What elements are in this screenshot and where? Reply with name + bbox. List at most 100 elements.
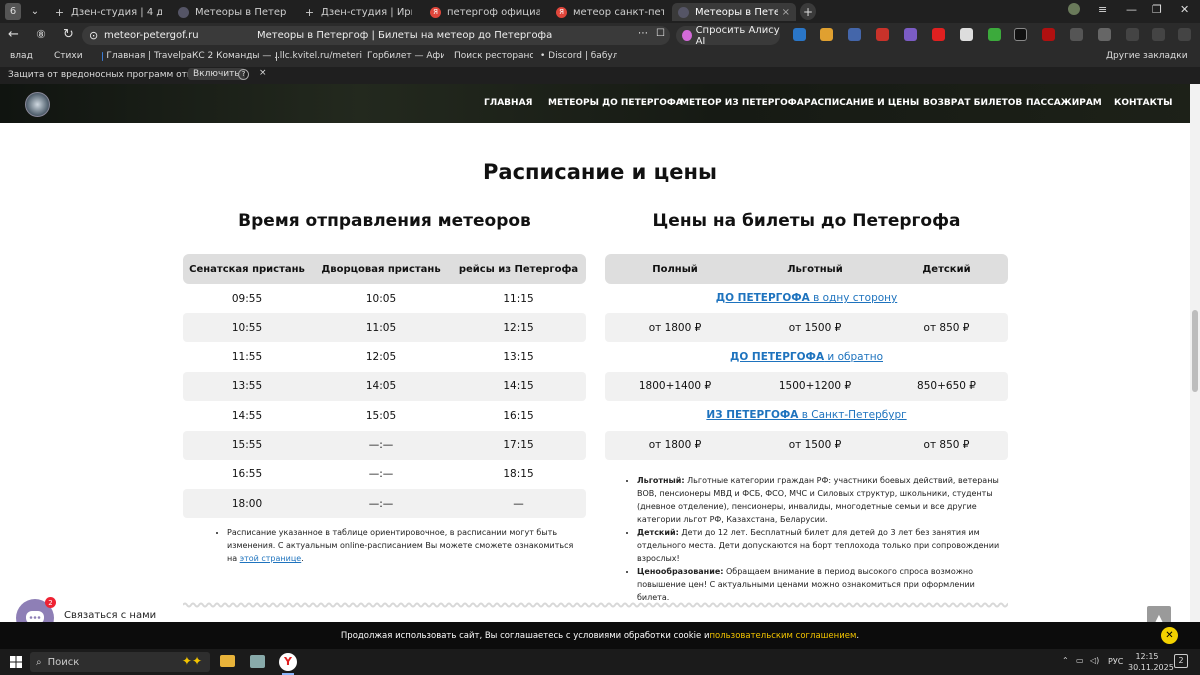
bookmark-folder[interactable]: Стихи	[54, 51, 83, 61]
bookmark-item[interactable]: Горбилет — Афи	[364, 51, 444, 61]
site-info-icon[interactable]: ⊙	[89, 29, 98, 42]
clock-date[interactable]: 30.11.2025	[1128, 663, 1174, 672]
chat-label[interactable]: Связаться с нами	[64, 610, 156, 621]
bookmark-item[interactable]: llc.kvitel.ru/meteri	[276, 51, 362, 61]
price-row: от 1800 ₽ от 1500 ₽ от 850 ₽	[605, 313, 1008, 343]
section-subtitle: в одну сторону	[809, 292, 898, 304]
tab-1[interactable]: + Дзен-студия | 4 день в Пе	[48, 3, 168, 21]
tab-4[interactable]: Я петергоф официальный с	[424, 3, 546, 21]
help-icon[interactable]: ?	[238, 69, 249, 80]
table-cell: 11:15	[503, 292, 534, 305]
network-icon[interactable]: ▭	[1076, 656, 1084, 665]
enable-button[interactable]: Включить	[188, 68, 245, 80]
youtube-extension-icon[interactable]	[932, 28, 945, 41]
keyboard-language[interactable]: РУС	[1108, 657, 1123, 666]
bookmark-item[interactable]: Поиск ресторано	[451, 51, 533, 61]
extension-icon[interactable]	[1042, 28, 1055, 41]
protection-notice-bar: Защита от вредоносных программ отключена…	[0, 67, 1200, 84]
yandex-browser-icon[interactable]: Y	[279, 653, 297, 671]
new-tab-button[interactable]: +	[800, 3, 816, 20]
table-cell: 13:55	[231, 380, 263, 393]
nav-refund[interactable]: ВОЗВРАТ БИЛЕТОВ	[923, 98, 1022, 108]
nav-to-peterhof[interactable]: МЕТЕОРЫ ДО ПЕТЕРГОФА	[548, 98, 683, 108]
collections-icon[interactable]	[1152, 28, 1165, 41]
clock-time[interactable]: 12:15	[1132, 652, 1162, 661]
minimize-icon[interactable]: —	[1126, 3, 1137, 16]
url-field[interactable]: ⊙ meteor-petergof.ru Метеоры в Петергоф …	[82, 26, 670, 45]
file-explorer-icon[interactable]	[220, 655, 235, 667]
tray-chevron-icon[interactable]: ⌃	[1062, 656, 1069, 665]
price-cell: от 1500 ₽	[788, 321, 842, 334]
ask-alice-button[interactable]: Спросить Алису AI	[676, 25, 780, 47]
price-section-link[interactable]: ДО ПЕТЕРГОФА и обратно	[605, 351, 1008, 363]
downloads-icon[interactable]	[1178, 28, 1191, 41]
extensions-puzzle-icon[interactable]	[1126, 28, 1139, 41]
price-notes: Льготный: Льготные категории граждан РФ:…	[625, 474, 1000, 604]
table-cell: 16:55	[231, 468, 263, 481]
user-agreement-link[interactable]: пользовательским соглашением	[709, 631, 856, 641]
extension-icon[interactable]	[904, 28, 917, 41]
schedule-link[interactable]: этой странице	[240, 554, 302, 563]
note-term: Льготный:	[637, 476, 685, 485]
profile-avatar[interactable]	[1068, 3, 1080, 15]
windows-start-icon[interactable]	[10, 656, 22, 668]
other-bookmarks[interactable]: Другие закладки	[1106, 51, 1188, 61]
price-section-link[interactable]: ДО ПЕТЕРГОФА в одну сторону	[605, 292, 1008, 304]
extension-icon[interactable]	[876, 28, 889, 41]
more-icon[interactable]: ⋯	[638, 28, 648, 39]
close-tab-icon[interactable]: ×	[782, 7, 790, 18]
table-row: 10:55 11:05 12:15	[183, 313, 586, 343]
nav-home[interactable]: ГЛАВНАЯ	[484, 98, 532, 108]
price-cell: от 850 ₽	[923, 439, 970, 451]
tab-5[interactable]: Я метеор санкт-петербург	[550, 3, 670, 21]
extension-icon[interactable]	[1014, 28, 1027, 41]
bookmark-icon[interactable]: ☐	[656, 28, 665, 39]
tab-2[interactable]: Метеоры в Петергоф | Би	[172, 3, 292, 21]
download-extension-icon[interactable]	[988, 28, 1001, 41]
nav-schedule-prices[interactable]: РАСПИСАНИЕ И ЦЕНЫ	[804, 98, 919, 108]
table-cell: —:—	[368, 497, 394, 510]
price-section-link[interactable]: ИЗ ПЕТЕРГОФА в Санкт-Петербург	[605, 409, 1008, 421]
taskbar-search[interactable]: ⌕ Поиск ✦✦	[30, 652, 210, 672]
notifications-icon[interactable]: 2	[1174, 654, 1188, 668]
close-window-icon[interactable]: ✕	[1180, 3, 1189, 16]
restore-icon[interactable]: ❐	[1152, 3, 1162, 16]
tab-counter[interactable]: 6	[5, 3, 21, 20]
nav-from-peterhof[interactable]: МЕТЕОР ИЗ ПЕТЕРГОФА	[680, 98, 804, 108]
reload-icon[interactable]: ↻	[63, 27, 74, 42]
bookmark-item[interactable]: Главная | Travelpa	[102, 51, 192, 61]
nav-passengers[interactable]: ПАССАЖИРАМ	[1026, 98, 1102, 108]
menu-icon[interactable]: ≡	[1098, 3, 1107, 16]
search-placeholder: Поиск	[47, 656, 80, 668]
scrollbar-thumb[interactable]	[1192, 310, 1198, 392]
extension-icon[interactable]	[1098, 28, 1111, 41]
volume-icon[interactable]: ◁)	[1090, 656, 1099, 665]
bookmark-folder[interactable]: влад	[10, 51, 33, 61]
page-heading: Расписание и цены	[483, 160, 717, 184]
extension-icon[interactable]	[1070, 28, 1083, 41]
cookie-close-button[interactable]: ✕	[1161, 627, 1178, 644]
close-notice-icon[interactable]: ×	[259, 68, 267, 78]
address-bar-row: ← ⑧ ↻ ⊙ meteor-petergof.ru Метеоры в Пет…	[0, 23, 1200, 48]
bookmark-item[interactable]: • Discord | бабули	[537, 51, 617, 61]
yandex-id-icon[interactable]: ⑧	[36, 28, 46, 41]
tab-menu-chevron-icon[interactable]: ⌄	[27, 3, 43, 20]
table-cell: 11:05	[365, 321, 397, 334]
extension-icon[interactable]	[820, 28, 833, 41]
tab-6-active[interactable]: Метеоры в Петергоф | Бил ×	[672, 3, 796, 21]
back-arrow-icon[interactable]: ←	[8, 27, 19, 42]
schedule-title: Время отправления метеоров	[238, 211, 531, 231]
note-end: .	[301, 554, 304, 563]
price-cell: 1500+1200 ₽	[778, 380, 852, 393]
extension-icon[interactable]	[960, 28, 973, 41]
nav-contacts[interactable]: КОНТАКТЫ	[1114, 98, 1172, 108]
table-cell: 14:55	[231, 409, 263, 422]
app-icon[interactable]	[250, 655, 265, 668]
vk-extension-icon[interactable]	[793, 28, 806, 41]
price-row: 1800+1400 ₽ 1500+1200 ₽ 850+650 ₽	[605, 371, 1008, 401]
extension-icon[interactable]	[848, 28, 861, 41]
bookmark-item[interactable]: КС 2 Команды — ...	[189, 51, 279, 61]
site-logo[interactable]	[25, 92, 50, 117]
price-cell: 850+650 ₽	[917, 380, 976, 393]
tab-3[interactable]: + Дзен-студия | Ирина пут	[298, 3, 418, 21]
